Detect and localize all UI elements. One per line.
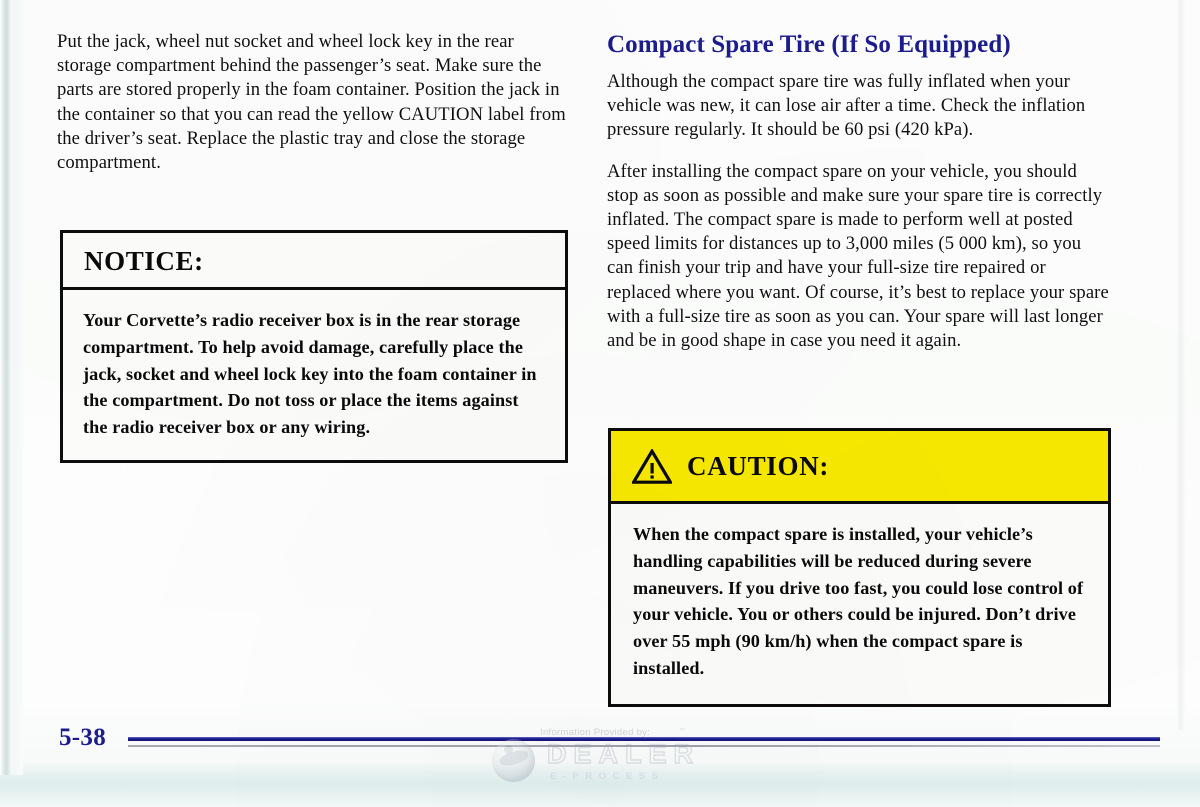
right-column-paragraph-1: Although the compact spare tire was full… — [607, 71, 1086, 141]
notice-box: NOTICE: Your Corvette’s radio receiver b… — [60, 230, 568, 463]
page-left-edge-inner — [13, 0, 23, 775]
left-column: Put the jack, wheel nut socket and wheel… — [57, 30, 570, 175]
notice-body-text: Your Corvette’s radio receiver box is in… — [83, 310, 537, 438]
left-column-paragraph-1: Put the jack, wheel nut socket and wheel… — [57, 31, 566, 174]
footer-rule-secondary — [128, 745, 1160, 747]
caution-box: CAUTION: When the compact spare is insta… — [608, 428, 1111, 707]
notice-box-body: Your Corvette’s radio receiver box is in… — [63, 290, 565, 460]
page-right-edge-shadow — [1176, 0, 1185, 730]
notice-title: NOTICE: — [84, 246, 204, 276]
right-column: Compact Spare Tire (If So Equipped) Alth… — [607, 30, 1112, 353]
footer-rule-primary — [128, 737, 1160, 741]
caution-box-header: CAUTION: — [611, 431, 1108, 504]
section-heading: Compact Spare Tire (If So Equipped) — [607, 31, 1011, 58]
caution-body-text: When the compact spare is installed, you… — [633, 524, 1084, 678]
caution-title: CAUTION: — [687, 451, 830, 481]
page-left-edge-shadow — [0, 0, 13, 775]
caution-box-body: When the compact spare is installed, you… — [611, 504, 1108, 704]
page-number: 5-38 — [59, 724, 107, 751]
notice-box-header: NOTICE: — [63, 233, 565, 290]
page-footer: 5-38 — [0, 724, 1200, 769]
warning-triangle-icon — [632, 448, 672, 484]
right-column-paragraph-2: After installing the compact spare on yo… — [607, 160, 1109, 352]
